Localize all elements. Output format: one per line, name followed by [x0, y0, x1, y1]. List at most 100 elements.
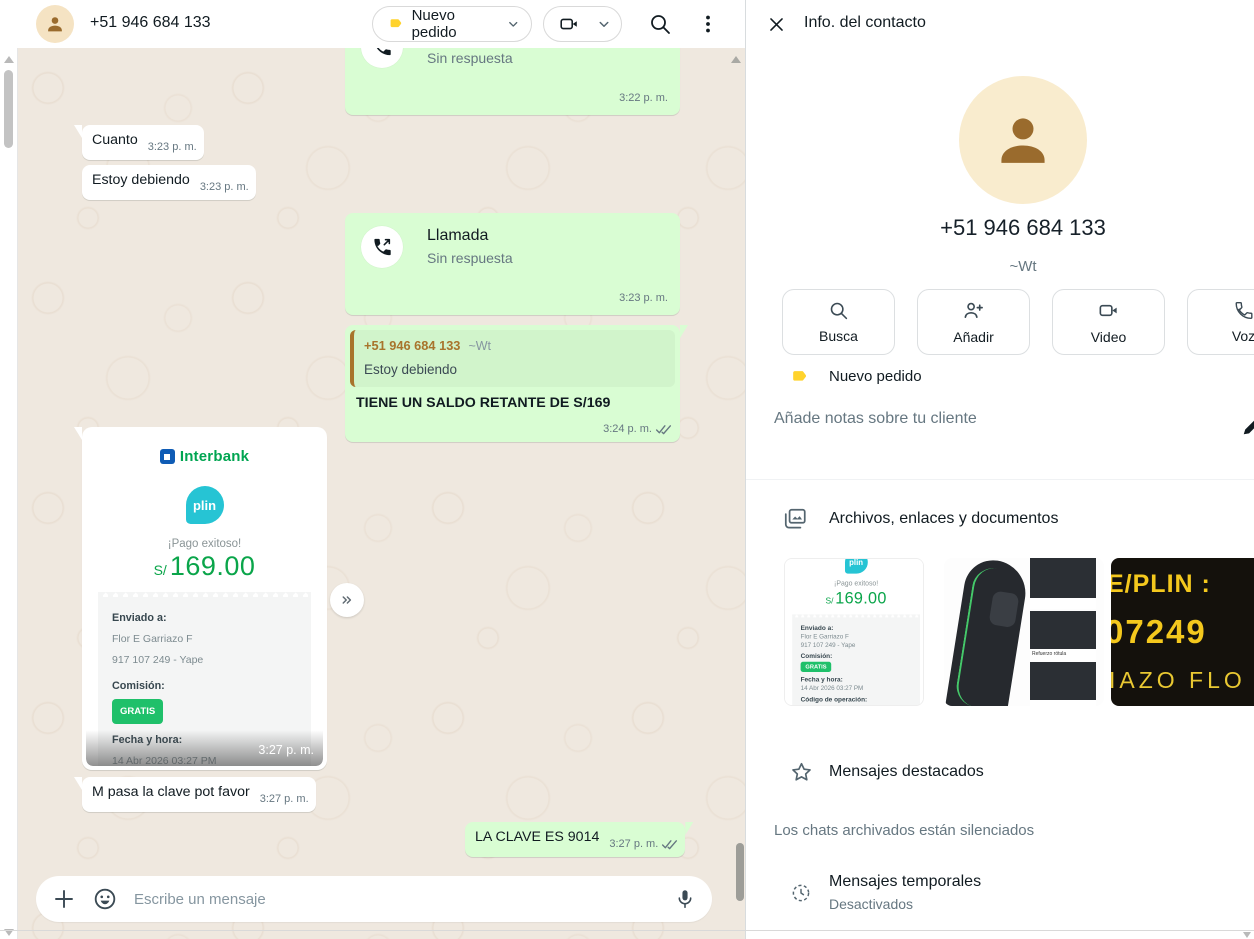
- knee-caption: Refuerzo rótula: [1030, 649, 1096, 660]
- voice-call-action-button[interactable]: Voz: [1187, 289, 1254, 355]
- chevron-down-icon: [595, 15, 613, 33]
- action-label: Video: [1091, 329, 1127, 345]
- message-text-in-2[interactable]: Estoy debiendo 3:23 p. m.: [82, 165, 256, 200]
- person-add-icon: [962, 299, 985, 322]
- media-thumbnails: Interbank plin ¡Pago exitoso! S/169.00 E…: [784, 558, 1254, 706]
- window-bottom-divider: [0, 930, 1254, 931]
- disappearing-messages-value: Desactivados: [829, 896, 913, 912]
- chat-header: +51 946 684 133 Nuevo pedido: [0, 0, 745, 48]
- amount: 169.00: [170, 551, 256, 581]
- search-action-button[interactable]: Busca: [782, 289, 895, 355]
- message-text: M pasa la clave pot favor: [92, 784, 250, 800]
- plin-logo: plin: [186, 486, 224, 524]
- kebab-menu-icon[interactable]: [696, 12, 720, 36]
- chat-title[interactable]: +51 946 684 133: [90, 14, 211, 32]
- message-time: 3:27 p. m.: [258, 741, 314, 760]
- action-label: Busca: [819, 328, 858, 344]
- message-reply-out[interactable]: +51 946 684 133~Wt Estoy debiendo TIENE …: [345, 325, 680, 442]
- video-camera-icon: [558, 13, 580, 35]
- message-list: Llamada Sin respuesta 3:22 p. m. Cuanto …: [18, 48, 745, 939]
- close-icon[interactable]: [767, 15, 786, 34]
- call-subtitle: Sin respuesta: [427, 49, 513, 68]
- sent-to-label: Enviado a:: [112, 609, 297, 628]
- message-time: 3:23 p. m.: [619, 289, 668, 308]
- tag-icon: [388, 16, 404, 33]
- yape-line3: IAZO FLO: [1111, 667, 1254, 694]
- archived-chats-note: Los chats archivados están silenciados: [774, 822, 1034, 839]
- message-time: 3:24 p. m.: [603, 420, 652, 439]
- video-camera-icon: [1097, 299, 1120, 322]
- video-action-button[interactable]: Video: [1052, 289, 1165, 355]
- video-call-button[interactable]: [543, 6, 622, 42]
- action-label: Voz: [1232, 328, 1254, 344]
- yape-line2: 07249: [1111, 613, 1254, 651]
- message-composer: [36, 876, 712, 922]
- forward-icon: [338, 591, 356, 609]
- add-contact-action-button[interactable]: Añadir: [917, 289, 1030, 355]
- message-call-2[interactable]: Llamada Sin respuesta 3:23 p. m.: [345, 213, 680, 315]
- fee-badge: GRATIS: [112, 699, 163, 724]
- order-label-text: Nuevo pedido: [412, 7, 497, 41]
- person-icon: [986, 103, 1060, 177]
- media-thumb-receipt[interactable]: Interbank plin ¡Pago exitoso! S/169.00 E…: [784, 558, 924, 706]
- customer-notes-field[interactable]: Añade notas sobre tu cliente: [774, 410, 977, 428]
- section-divider: [746, 479, 1254, 480]
- message-text: Estoy debiendo: [92, 172, 190, 188]
- contact-about: ~Wt: [823, 258, 1223, 275]
- chevron-down-icon: [505, 15, 522, 33]
- contact-phone: +51 946 684 133: [823, 215, 1223, 241]
- chat-scrollbar-thumb[interactable]: [736, 843, 744, 901]
- message-time: 3:27 p. m.: [260, 790, 309, 809]
- contact-actions: Busca Añadir Video Voz: [782, 289, 1254, 355]
- message-text-in-1[interactable]: Cuanto 3:23 p. m.: [82, 125, 204, 160]
- message-text: TIENE UN SALDO RETANTE DE S/169: [356, 395, 610, 411]
- quoted-message[interactable]: +51 946 684 133~Wt Estoy debiendo: [350, 330, 675, 387]
- scrollbar-thumb[interactable]: [4, 70, 13, 148]
- contact-avatar-large[interactable]: [959, 76, 1087, 204]
- payment-status: ¡Pago exitoso!: [785, 580, 924, 587]
- media-thumb-yape-plin[interactable]: E/PLIN : 07249 IAZO FLO: [1111, 558, 1254, 706]
- sent-to-name: Flor E Garriazo F: [112, 630, 297, 649]
- contact-avatar[interactable]: [36, 5, 74, 43]
- media-section-title[interactable]: Archivos, enlaces y documentos: [829, 510, 1058, 528]
- message-input[interactable]: [134, 891, 658, 908]
- plus-icon[interactable]: [52, 887, 76, 911]
- whatsapp-window: +51 946 684 133 Nuevo pedido: [0, 0, 1254, 939]
- message-time: 3:23 p. m.: [200, 178, 249, 197]
- message-text-in-3[interactable]: M pasa la clave pot favor 3:27 p. m.: [82, 777, 316, 812]
- starred-messages-row[interactable]: Mensajes destacados: [829, 763, 984, 781]
- chat-list-scrollbar[interactable]: [0, 48, 18, 939]
- phone-icon: [1233, 300, 1254, 321]
- bank-name: Interbank: [180, 447, 249, 466]
- message-image-receipt[interactable]: Interbank plin ¡Pago exitoso! S/169.00 E…: [82, 427, 327, 770]
- payment-receipt-image: Interbank plin ¡Pago exitoso! S/169.00 E…: [86, 431, 323, 766]
- search-icon[interactable]: [648, 12, 672, 36]
- call-subtitle: Sin respuesta: [427, 249, 513, 268]
- quote-text: Estoy debiendo: [364, 360, 665, 379]
- sent-to-account: 917 107 249 - Yape: [112, 651, 297, 670]
- timer-icon: [790, 882, 812, 904]
- message-text-out[interactable]: LA CLAVE ES 9014 3:27 p. m.: [465, 822, 685, 857]
- disappearing-messages-row[interactable]: Mensajes temporales: [829, 873, 981, 891]
- message-time: 3:27 p. m.: [609, 835, 658, 854]
- panel-scroll-down-arrow-icon[interactable]: [1243, 932, 1251, 938]
- chat-scroll-up-arrow-icon[interactable]: [731, 56, 741, 63]
- pencil-icon[interactable]: [1241, 415, 1254, 437]
- chat-pane: +51 946 684 133 Nuevo pedido: [0, 0, 745, 939]
- message-text: LA CLAVE ES 9014: [475, 829, 599, 845]
- emoji-sticker-icon[interactable]: [92, 886, 118, 912]
- call-made-icon: [361, 48, 403, 68]
- message-call-1[interactable]: Llamada Sin respuesta 3:22 p. m.: [345, 48, 680, 115]
- media-thumb-knee-sleeve[interactable]: Refuerzo rótula: [944, 558, 1104, 706]
- scroll-up-arrow-icon[interactable]: [4, 56, 14, 63]
- action-label: Añadir: [953, 329, 993, 345]
- double-check-icon: [661, 839, 678, 850]
- avatar-person-icon: [44, 13, 66, 35]
- order-label-button[interactable]: Nuevo pedido: [372, 6, 532, 42]
- image-time-overlay: 3:27 p. m.: [86, 730, 323, 766]
- message-text: Cuanto: [92, 132, 138, 148]
- mic-icon[interactable]: [674, 888, 696, 910]
- forward-button[interactable]: [330, 583, 364, 617]
- quote-author-suffix: ~Wt: [468, 339, 491, 353]
- order-label[interactable]: Nuevo pedido: [829, 368, 922, 385]
